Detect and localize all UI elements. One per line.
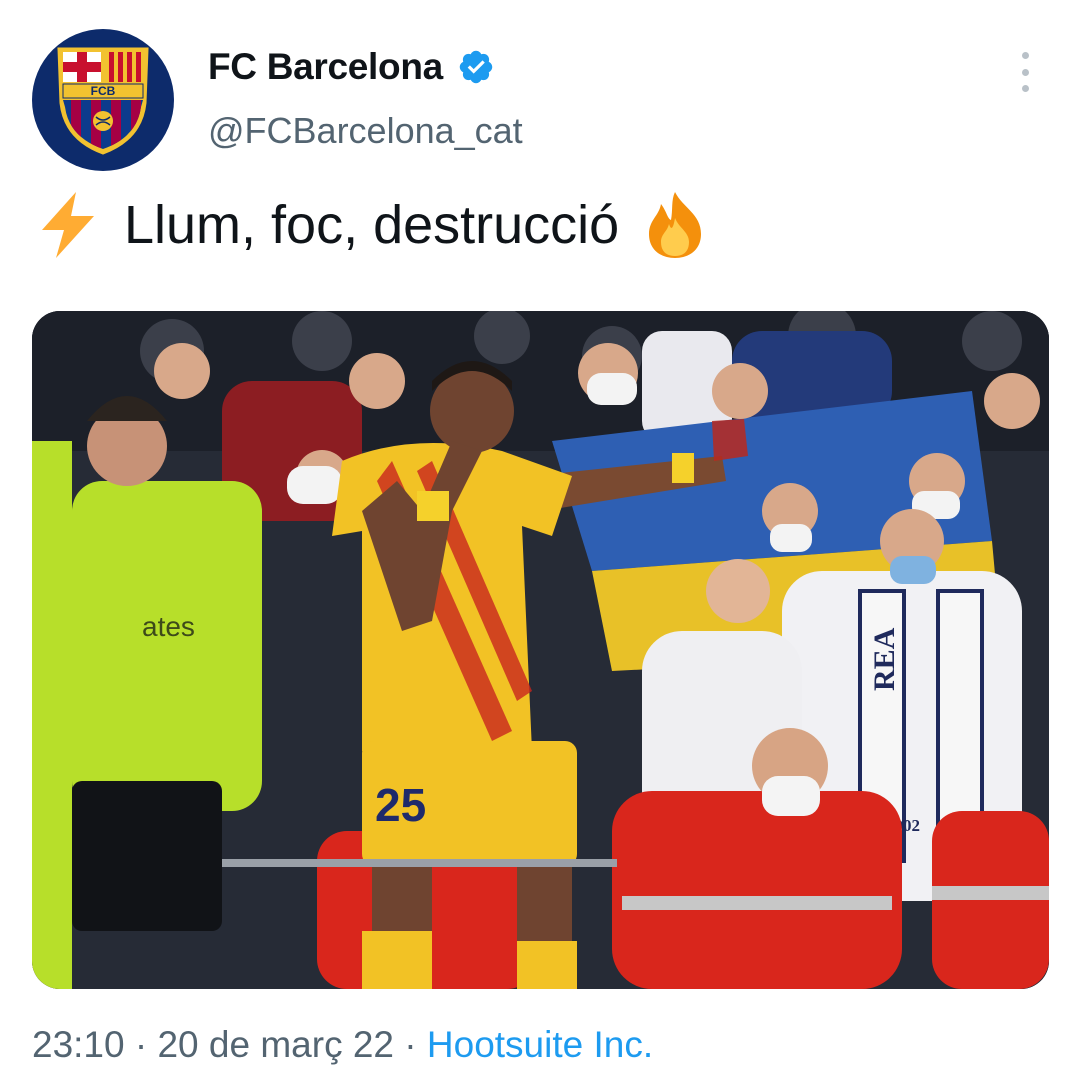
more-dot	[1021, 85, 1029, 92]
photo-illustration: REA 1902 ates 25	[32, 311, 1049, 989]
tweet-source-link[interactable]: Hootsuite Inc.	[427, 1024, 653, 1065]
tweet-date[interactable]: 20 de març 22	[157, 1024, 394, 1065]
tweet-time[interactable]: 23:10	[32, 1024, 125, 1065]
more-dot	[1021, 68, 1029, 76]
more-options-icon[interactable]	[1010, 52, 1040, 92]
tweet-card[interactable]: FCB FC Barcelona @FCBarcelona_cat Llum, …	[0, 0, 1080, 1086]
fcb-crest-icon: FCB	[57, 47, 149, 155]
meta-separator: ·	[404, 1024, 417, 1065]
author-name-row[interactable]: FC Barcelona	[208, 46, 495, 88]
meta-separator: ·	[134, 1024, 148, 1065]
tweet-meta: 23:10 · 20 de març 22 · Hootsuite Inc.	[32, 1024, 653, 1066]
avatar[interactable]: FCB	[32, 29, 174, 171]
crest-text: FCB	[91, 84, 116, 98]
fire-emoji-icon	[649, 192, 702, 258]
lightning-emoji-icon	[42, 192, 94, 258]
author-handle[interactable]: @FCBarcelona_cat	[208, 110, 523, 152]
display-name[interactable]: FC Barcelona	[208, 46, 443, 88]
jersey-number: 25	[375, 779, 426, 831]
scarf-text: REA	[868, 627, 901, 691]
tweet-text: Llum, foc, destrucció	[36, 190, 707, 260]
tweet-body: Llum, foc, destrucció	[124, 195, 620, 255]
verified-badge-icon	[459, 50, 493, 84]
tweet-photo[interactable]: REA 1902 ates 25	[32, 311, 1049, 989]
more-dot	[1021, 52, 1029, 59]
bib-text: ates	[142, 611, 195, 642]
